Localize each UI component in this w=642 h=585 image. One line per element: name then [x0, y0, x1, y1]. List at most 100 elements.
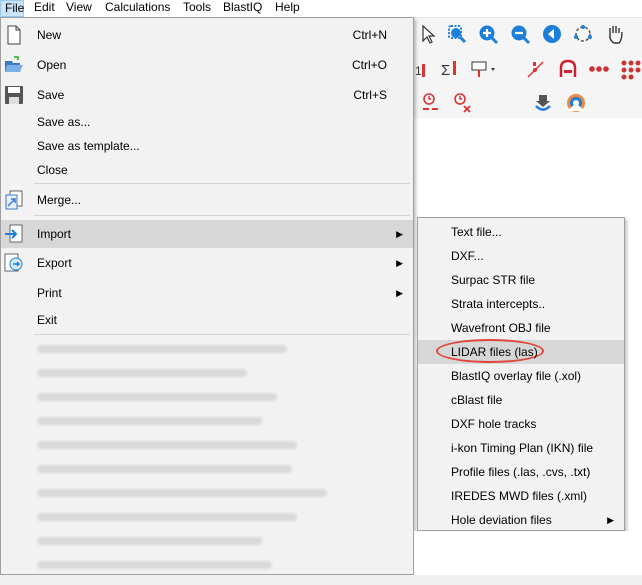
menu-item-save-as-template[interactable]: Save as template...	[1, 134, 413, 158]
menu-item-label: Exit	[37, 313, 58, 327]
recent-file-item[interactable]	[37, 369, 247, 377]
menu-calculations-label: Calculations	[105, 0, 171, 14]
timing-add-icon[interactable]	[451, 92, 473, 114]
menu-item-open[interactable]: Open Ctrl+O	[1, 53, 413, 77]
recent-file-item[interactable]	[37, 465, 292, 473]
menu-item-save[interactable]: Save Ctrl+S	[1, 83, 413, 107]
arch-tool-icon[interactable]	[557, 58, 579, 80]
submenu-item-label: Strata intercepts..	[451, 297, 546, 311]
menu-item-close[interactable]: Close	[1, 158, 413, 182]
menu-item-label: Merge...	[37, 193, 82, 207]
submenu-item-label: Wavefront OBJ file	[451, 321, 551, 335]
menu-item-save-as[interactable]: Save as...	[1, 110, 413, 134]
menu-blastiq[interactable]: BlastIQ	[223, 0, 262, 17]
submenu-item-strata-intercepts[interactable]: Strata intercepts..	[418, 292, 624, 316]
rotate-view-icon[interactable]	[572, 23, 594, 45]
menu-calculations[interactable]: Calculations	[105, 0, 170, 17]
menu-separator	[34, 183, 410, 184]
submenu-arrow-icon: ▶	[396, 258, 403, 268]
submenu-item-dxf-hole-tracks[interactable]: DXF hole tracks	[418, 412, 624, 436]
save-disk-icon	[5, 86, 23, 104]
menu-view[interactable]: View	[66, 0, 92, 17]
submenu-item-label: Surpac STR file	[451, 273, 536, 287]
status-strip	[0, 575, 642, 585]
toolbar: 1 Σ	[414, 18, 642, 118]
recent-file-item[interactable]	[37, 417, 262, 425]
submenu-item-label: i-kon Timing Plan (IKN) file	[451, 441, 594, 455]
menu-item-exit[interactable]: Exit	[1, 308, 413, 332]
menu-view-label: View	[66, 0, 92, 14]
merge-icon	[5, 190, 23, 210]
submenu-item-label: IREDES MWD files (.xml)	[451, 489, 587, 503]
zoom-out-icon[interactable]	[509, 23, 531, 45]
shortcut-label: Ctrl+N	[352, 28, 387, 42]
submenu-item-wavefront-obj[interactable]: Wavefront OBJ file	[418, 316, 624, 340]
recent-file-item[interactable]	[37, 441, 297, 449]
deck-dropdown-icon[interactable]	[469, 58, 499, 80]
download-surface-icon[interactable]	[532, 92, 554, 114]
submenu-item-label: Profile files (.las, .cvs, .txt)	[451, 465, 591, 479]
menu-bar: File Edit View Calculations Tools BlastI…	[0, 0, 642, 18]
submenu-item-profile-files[interactable]: Profile files (.las, .cvs, .txt)	[418, 460, 624, 484]
submenu-item-label: Hole deviation files	[451, 513, 552, 527]
menu-edit-label: Edit	[34, 0, 55, 14]
menu-file-label: File	[5, 1, 25, 15]
timing-remove-icon[interactable]	[420, 92, 442, 114]
submenu-item-blastiq-overlay[interactable]: BlastIQ overlay file (.xol)	[418, 364, 624, 388]
export-icon	[4, 253, 23, 272]
menu-tools-label: Tools	[183, 0, 212, 14]
menu-separator	[34, 215, 410, 216]
menu-item-print[interactable]: Print ▶	[1, 281, 413, 305]
import-icon	[5, 224, 23, 243]
fragmentation-icon[interactable]	[565, 92, 587, 114]
recent-file-item[interactable]	[37, 537, 262, 545]
menu-file[interactable]: File	[0, 0, 24, 17]
menu-blastiq-label: BlastIQ	[223, 0, 263, 14]
menu-item-label: Import	[37, 227, 72, 241]
menu-help-label: Help	[275, 0, 300, 14]
previous-view-icon[interactable]	[541, 23, 563, 45]
pan-hand-icon[interactable]	[604, 23, 626, 45]
line-tool-icon[interactable]	[525, 58, 547, 80]
submenu-item-dxf[interactable]: DXF...	[418, 244, 624, 268]
sum-tool-icon[interactable]: Σ	[438, 58, 460, 80]
menu-item-label: Print	[37, 286, 62, 300]
submenu-item-hole-deviation[interactable]: Hole deviation files ▶	[418, 508, 624, 532]
recent-file-item[interactable]	[37, 561, 272, 569]
submenu-item-surpac-str[interactable]: Surpac STR file	[418, 268, 624, 292]
pattern-holes-icon[interactable]	[619, 58, 641, 80]
open-folder-icon	[5, 56, 23, 72]
recent-file-item[interactable]	[37, 345, 287, 353]
submenu-item-label: DXF...	[451, 249, 484, 263]
menu-item-label: New	[37, 28, 62, 42]
submenu-item-text-file[interactable]: Text file...	[418, 220, 624, 244]
menu-item-merge[interactable]: Merge...	[1, 188, 413, 212]
menu-item-import[interactable]: Import ▶	[1, 220, 413, 248]
new-file-icon	[7, 25, 21, 45]
menu-item-label: Save as template...	[37, 139, 140, 153]
recent-file-item[interactable]	[37, 393, 277, 401]
zoom-window-icon[interactable]	[446, 23, 468, 45]
pointer-icon[interactable]	[417, 23, 439, 45]
menu-item-export[interactable]: Export ▶	[1, 251, 413, 275]
zoom-in-icon[interactable]	[477, 23, 499, 45]
hole-tool-icon[interactable]: 1	[414, 58, 428, 80]
submenu-item-lidar-files[interactable]: LIDAR files (las)	[418, 339, 624, 364]
recent-file-item[interactable]	[37, 513, 297, 521]
recent-file-item[interactable]	[37, 489, 327, 497]
menu-item-label: Save as...	[37, 115, 91, 129]
svg-text:1: 1	[415, 64, 422, 78]
menu-item-label: Export	[37, 256, 72, 270]
menu-item-label: Save	[37, 88, 65, 102]
submenu-item-iredes-mwd[interactable]: IREDES MWD files (.xml)	[418, 484, 624, 508]
import-submenu: Text file... DXF... Surpac STR file Stra…	[417, 217, 625, 531]
svg-text:Σ: Σ	[441, 62, 450, 79]
submenu-item-cblast-file[interactable]: cBlast file	[418, 388, 624, 412]
menu-help[interactable]: Help	[275, 0, 300, 17]
submenu-item-label: BlastIQ overlay file (.xol)	[451, 369, 582, 383]
submenu-item-ikon-timing-plan[interactable]: i-kon Timing Plan (IKN) file	[418, 436, 624, 460]
row-holes-icon[interactable]	[588, 58, 610, 80]
menu-tools[interactable]: Tools	[183, 0, 211, 17]
menu-item-new[interactable]: New Ctrl+N	[1, 23, 413, 47]
menu-edit[interactable]: Edit	[34, 0, 55, 17]
